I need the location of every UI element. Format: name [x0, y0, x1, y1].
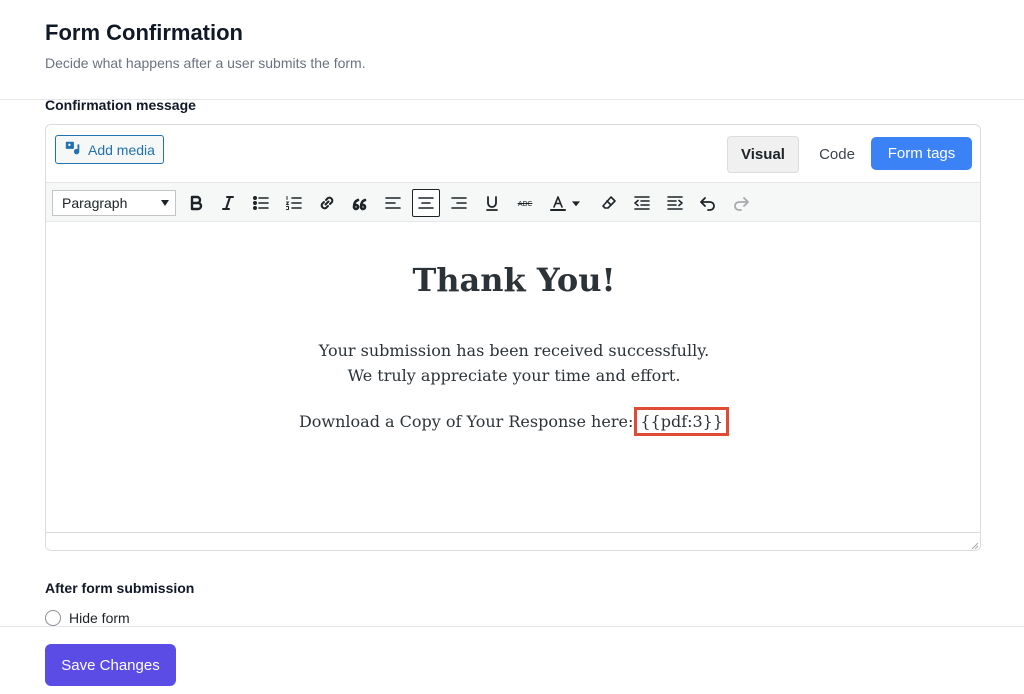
tab-code[interactable]: Code	[810, 136, 864, 173]
editor-content-area[interactable]: Thank You! Your submission has been rece…	[46, 223, 980, 533]
italic-icon	[222, 196, 234, 210]
link-button[interactable]	[313, 189, 341, 217]
download-text: Download a Copy of Your Response here:	[298, 412, 634, 431]
blockquote-icon	[352, 198, 367, 211]
undo-button[interactable]	[694, 189, 722, 217]
align-center-icon	[418, 197, 434, 209]
align-left-icon	[385, 197, 401, 209]
add-media-icon	[64, 139, 82, 160]
confirmation-editor: Add media Visual Code Form tags Paragrap…	[45, 124, 981, 551]
align-right-icon	[451, 197, 467, 209]
text-color-icon	[550, 196, 566, 211]
save-changes-button[interactable]: Save Changes	[45, 644, 176, 686]
eraser-icon	[602, 196, 616, 209]
page-subtitle: Decide what happens after a user submits…	[45, 55, 366, 71]
bold-button[interactable]	[182, 189, 210, 217]
strikethrough-button[interactable]: ABC	[511, 189, 539, 217]
pdf-tag-highlight: {{pdf:3}}	[634, 407, 730, 436]
italic-button[interactable]	[214, 189, 242, 217]
resize-grip-icon[interactable]	[969, 540, 979, 550]
redo-icon	[734, 197, 749, 211]
bulleted-list-icon	[253, 196, 269, 210]
underline-icon	[486, 196, 498, 211]
numbered-list-icon	[286, 196, 302, 210]
caret-down-icon	[161, 200, 169, 206]
indent-icon	[667, 196, 683, 210]
hide-form-option[interactable]: Hide form	[45, 610, 130, 626]
outdent-icon	[634, 196, 650, 210]
align-right-button[interactable]	[445, 189, 473, 217]
message-line-3: Download a Copy of Your Response here:{{…	[46, 407, 980, 436]
format-select-value: Paragraph	[62, 195, 128, 211]
hide-form-label: Hide form	[69, 610, 130, 626]
add-media-button[interactable]: Add media	[55, 135, 164, 164]
hide-form-radio[interactable]	[45, 610, 61, 626]
editor-toolbar: Paragraph ABC	[46, 182, 980, 222]
confirmation-message-label: Confirmation message	[45, 97, 196, 113]
strikethrough-icon: ABC	[517, 200, 533, 208]
clear-formatting-button[interactable]	[595, 189, 623, 217]
bold-icon	[190, 195, 203, 211]
tab-visual[interactable]: Visual	[727, 136, 799, 173]
numbered-list-button[interactable]	[280, 189, 308, 217]
add-media-label: Add media	[88, 141, 155, 158]
page-title: Form Confirmation	[45, 20, 243, 45]
form-tags-button[interactable]: Form tags	[871, 137, 972, 170]
thank-you-heading: Thank You!	[412, 261, 616, 299]
message-line-1: Your submission has been received succes…	[318, 341, 710, 360]
undo-icon	[700, 197, 715, 211]
page-header: Form Confirmation Decide what happens af…	[0, 0, 1024, 100]
indent-button[interactable]	[661, 189, 689, 217]
redo-button[interactable]	[727, 189, 755, 217]
bulleted-list-button[interactable]	[247, 189, 275, 217]
link-icon	[320, 196, 334, 210]
paragraph-format-select[interactable]: Paragraph	[52, 190, 176, 216]
align-center-button[interactable]	[412, 189, 440, 217]
align-left-button[interactable]	[379, 189, 407, 217]
outdent-button[interactable]	[628, 189, 656, 217]
editor-status-bar	[46, 532, 980, 550]
blockquote-button[interactable]	[346, 189, 374, 217]
caret-down-icon	[572, 201, 580, 207]
text-color-dropdown[interactable]	[568, 189, 584, 217]
message-line-2: We truly appreciate your time and effort…	[347, 366, 681, 385]
after-submission-label: After form submission	[45, 580, 195, 596]
page-footer: Save Changes	[0, 626, 1024, 694]
underline-button[interactable]	[478, 189, 506, 217]
